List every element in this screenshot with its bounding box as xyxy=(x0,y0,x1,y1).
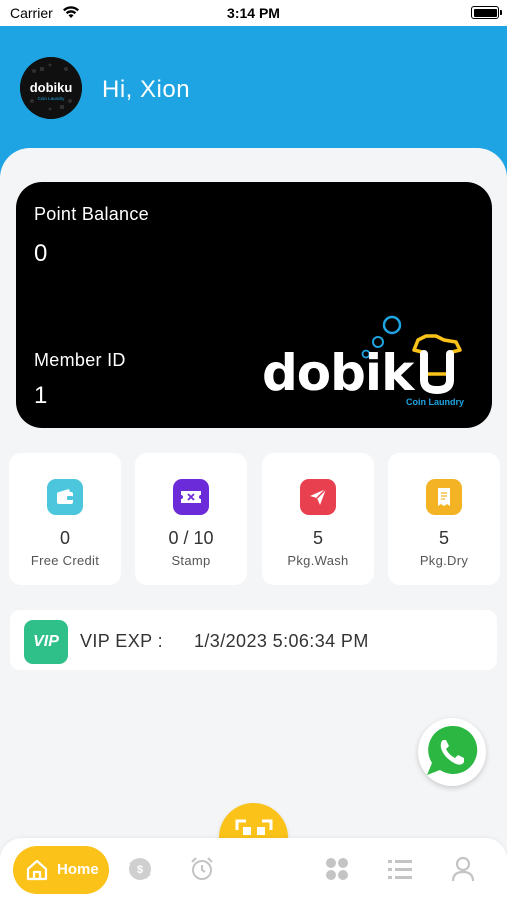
greeting-text: Hi, Xion xyxy=(102,76,191,103)
nav-home-button[interactable]: Home xyxy=(13,846,109,894)
svg-text:Coin Laundry: Coin Laundry xyxy=(38,96,66,101)
whatsapp-icon[interactable] xyxy=(418,718,486,786)
point-balance-value: 0 xyxy=(34,240,48,267)
pkg-dry-label: Pkg.Dry xyxy=(419,553,469,568)
receipt-icon xyxy=(426,479,462,515)
dobiku-card-logo: dobik Coin Laundry xyxy=(260,312,470,412)
send-icon xyxy=(300,479,336,515)
list-icon[interactable] xyxy=(385,854,415,884)
vip-exp-label: VIP EXP : xyxy=(80,631,163,651)
alarm-clock-icon[interactable] xyxy=(187,854,217,884)
point-balance-label: Point Balance xyxy=(34,204,149,224)
nav-home-label: Home xyxy=(57,861,99,878)
member-card[interactable]: Point Balance 0 Member ID 1 dobik Coin L… xyxy=(16,182,492,428)
vip-icon-text: VIP xyxy=(33,633,59,650)
pkg-dry-value: 5 xyxy=(438,528,449,548)
svg-text:dobiku: dobiku xyxy=(30,80,73,95)
member-id-label: Member ID xyxy=(34,350,126,370)
vip-expiry-row[interactable]: VIP VIP EXP : 1/3/2023 5:06:34 PM xyxy=(10,610,497,670)
bottom-nav: Home $ xyxy=(0,838,507,900)
dobiku-logo-icon[interactable]: dobiku Coin Laundry xyxy=(20,57,82,119)
svg-text:$: $ xyxy=(137,864,143,876)
member-id-value: 1 xyxy=(34,382,48,409)
ticket-icon xyxy=(173,479,209,515)
tile-pkg-dry[interactable]: 5 Pkg.Dry xyxy=(388,453,500,585)
free-credit-value: 0 xyxy=(59,528,70,548)
wallet-icon xyxy=(47,479,83,515)
tile-free-credit[interactable]: 0 Free Credit xyxy=(9,453,121,585)
status-bar: Carrier 3:14 PM xyxy=(0,0,507,26)
vip-exp-date: 1/3/2023 5:06:34 PM xyxy=(194,631,369,651)
card-logo-subtext: Coin Laundry xyxy=(406,397,464,407)
tile-pkg-wash[interactable]: 5 Pkg.Wash xyxy=(262,453,374,585)
stamp-label: Stamp xyxy=(171,553,211,568)
pkg-wash-label: Pkg.Wash xyxy=(287,553,349,568)
svg-text:dobik: dobik xyxy=(262,344,416,402)
profile-icon[interactable] xyxy=(448,854,478,884)
swap-coins-icon[interactable]: $ xyxy=(125,854,155,884)
vip-icon: VIP xyxy=(24,620,68,664)
status-time: 3:14 PM xyxy=(227,5,280,21)
stamp-value: 0 / 10 xyxy=(168,528,214,548)
pkg-wash-value: 5 xyxy=(312,528,323,548)
free-credit-label: Free Credit xyxy=(30,553,100,568)
home-icon xyxy=(25,858,49,887)
grid-icon[interactable] xyxy=(322,854,352,884)
tile-stamp[interactable]: 0 / 10 Stamp xyxy=(135,453,247,585)
battery-icon xyxy=(471,6,502,19)
